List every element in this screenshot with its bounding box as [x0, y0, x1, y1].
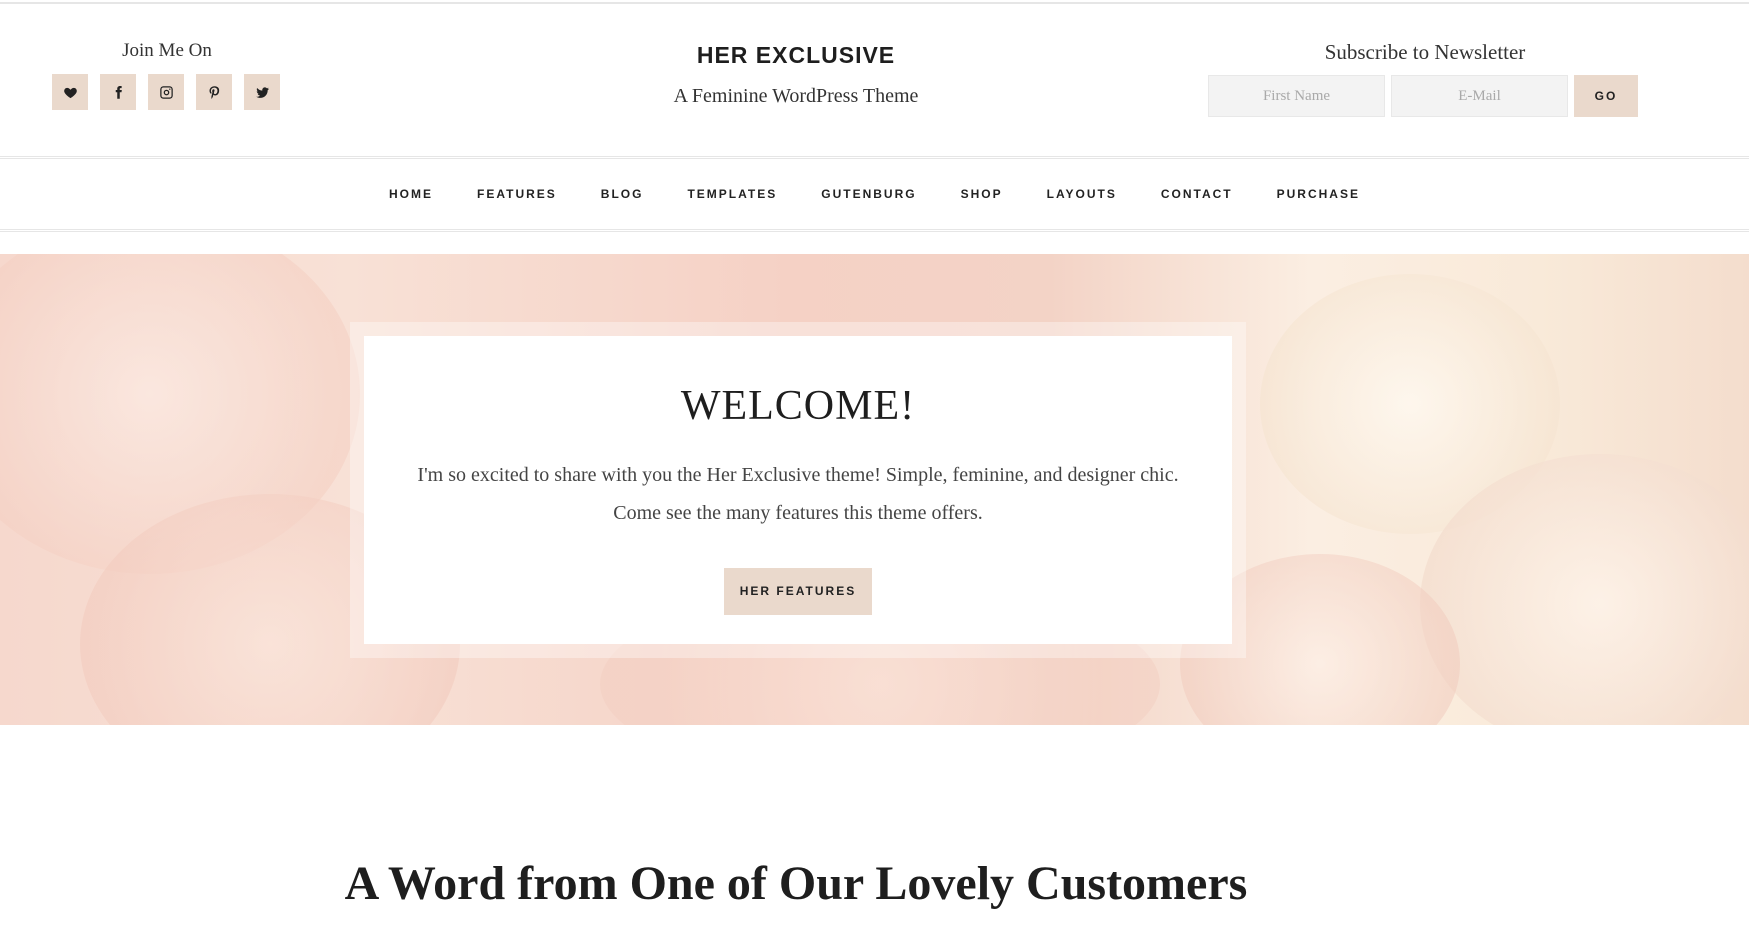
site-tagline: A Feminine WordPress Theme — [673, 85, 919, 107]
social-links: Join Me On — [52, 40, 282, 110]
first-name-input[interactable] — [1208, 75, 1385, 117]
nav-item-blog[interactable]: BLOG — [601, 187, 644, 201]
her-features-button[interactable]: HER FEATURES — [724, 568, 872, 615]
heart-button[interactable] — [52, 74, 88, 110]
site-brand: HER EXCLUSIVE A Feminine WordPress Theme — [596, 42, 996, 108]
nav-item-purchase[interactable]: PURCHASE — [1277, 187, 1360, 201]
facebook-button[interactable] — [100, 74, 136, 110]
nav-item-features[interactable]: FEATURES — [477, 187, 557, 201]
welcome-title: WELCOME! — [680, 383, 916, 429]
nav-item-home[interactable]: HOME — [389, 187, 433, 201]
nav-item-layouts[interactable]: LAYOUTS — [1047, 187, 1117, 201]
hero-banner: WELCOME! I'm so excited to share with yo… — [0, 254, 1749, 725]
pinterest-button[interactable] — [196, 74, 232, 110]
welcome-frame: WELCOME! I'm so excited to share with yo… — [350, 322, 1246, 658]
site-title[interactable]: HER EXCLUSIVE — [596, 42, 996, 69]
instagram-button[interactable] — [148, 74, 184, 110]
header-divider — [0, 156, 1749, 159]
twitter-icon — [255, 86, 269, 98]
site-header: Join Me On HER EXCLUSIVE A Feminine Word… — [0, 4, 1749, 156]
facebook-icon — [115, 85, 122, 99]
twitter-button[interactable] — [244, 74, 280, 110]
nav-item-contact[interactable]: CONTACT — [1161, 187, 1233, 201]
nav-item-shop[interactable]: SHOP — [961, 187, 1003, 201]
welcome-card: WELCOME! I'm so excited to share with yo… — [364, 336, 1232, 644]
pinterest-icon — [209, 85, 219, 99]
nav-item-gutenburg[interactable]: GUTENBURG — [821, 187, 916, 201]
main-nav: HOME FEATURES BLOG TEMPLATES GUTENBURG S… — [0, 160, 1749, 228]
testimonial-heading: A Word from One of Our Lovely Customers — [344, 857, 1248, 910]
newsletter-form: Subscribe to Newsletter GO — [1208, 40, 1642, 117]
nav-item-templates[interactable]: TEMPLATES — [687, 187, 777, 201]
newsletter-title: Subscribe to Newsletter — [1324, 40, 1526, 64]
heart-icon — [63, 87, 77, 98]
newsletter-go-button[interactable]: GO — [1574, 75, 1638, 117]
instagram-icon — [159, 85, 173, 99]
nav-divider — [0, 229, 1749, 232]
email-input[interactable] — [1391, 75, 1568, 117]
social-title: Join Me On — [122, 40, 212, 61]
welcome-text: I'm so excited to share with you the Her… — [417, 464, 1179, 524]
